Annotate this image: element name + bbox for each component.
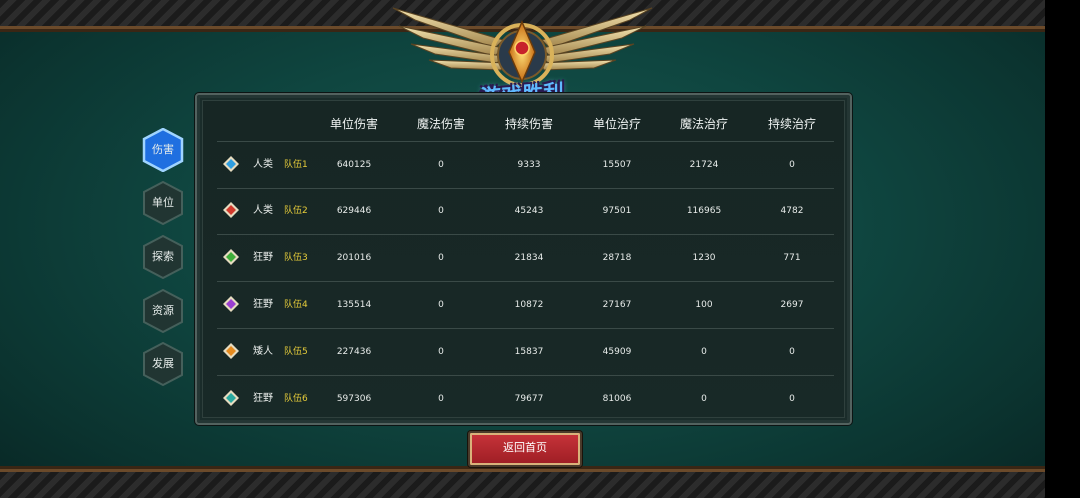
team-gem-icon xyxy=(223,156,239,172)
tab-label: 资源 xyxy=(152,304,174,317)
column-header: 持续伤害 xyxy=(504,117,553,131)
stat-cell: 79677 xyxy=(514,394,544,404)
stat-cell: 135514 xyxy=(336,300,372,310)
stat-cell: 0 xyxy=(438,206,444,216)
stat-cell: 640125 xyxy=(336,160,372,170)
right-black-bar xyxy=(1045,0,1080,498)
table-row: 人类 队伍1 640125 0 9333 15507 21724 0 xyxy=(217,141,834,189)
stat-cell: 0 xyxy=(438,347,444,357)
team-label: 队伍1 xyxy=(284,160,308,170)
tab-damage[interactable]: 伤害 xyxy=(142,128,184,172)
column-header: 魔法治疗 xyxy=(679,117,728,131)
bottom-border xyxy=(0,469,1045,498)
team-gem-icon xyxy=(223,296,239,312)
stat-cell: 15837 xyxy=(514,347,544,357)
team-label: 队伍5 xyxy=(284,347,308,357)
tab-resources[interactable]: 资源 xyxy=(142,289,184,333)
tab-label: 单位 xyxy=(152,196,174,209)
stat-cell: 45243 xyxy=(514,206,544,216)
table-row: 人类 队伍2 629446 0 45243 97501 116965 4782 xyxy=(217,188,834,235)
stat-cell: 21724 xyxy=(689,160,719,170)
stat-cell: 201016 xyxy=(336,253,372,263)
stat-cell: 0 xyxy=(789,347,795,357)
race-label: 人类 xyxy=(253,205,273,216)
stat-cell: 0 xyxy=(789,160,795,170)
stat-cell: 597306 xyxy=(336,394,372,404)
stat-cell: 0 xyxy=(701,347,707,357)
column-header: 单位治疗 xyxy=(592,117,641,131)
team-gem-icon xyxy=(223,343,239,359)
stat-cell: 2697 xyxy=(780,300,804,310)
stat-cell: 97501 xyxy=(602,206,632,216)
team-label: 队伍6 xyxy=(284,394,308,404)
race-label: 狂野 xyxy=(253,252,273,263)
table-row: 狂野 队伍3 201016 0 21834 28718 1230 771 xyxy=(217,235,834,282)
stat-cell: 0 xyxy=(789,394,795,404)
column-header: 单位伤害 xyxy=(329,117,378,131)
team-label: 队伍2 xyxy=(284,206,308,216)
race-label: 狂野 xyxy=(253,299,273,310)
stat-cell: 28718 xyxy=(602,253,632,263)
stat-cell: 0 xyxy=(701,394,707,404)
team-label: 队伍3 xyxy=(284,253,308,263)
stat-cell: 9333 xyxy=(517,160,541,170)
tab-units[interactable]: 单位 xyxy=(142,181,184,225)
tab-label: 发展 xyxy=(152,357,174,370)
race-label: 矮人 xyxy=(253,346,273,357)
stat-cell: 116965 xyxy=(686,206,722,216)
stat-cell: 21834 xyxy=(514,253,544,263)
stat-cell: 0 xyxy=(438,160,444,170)
table-row: 狂野 队伍6 597306 0 79677 81006 0 0 xyxy=(217,376,834,422)
stat-cell: 0 xyxy=(438,300,444,310)
return-home-button[interactable]: 返回首页 xyxy=(468,431,582,467)
tab-label: 伤害 xyxy=(152,143,174,156)
game-scene: 游戏胜利 伤害 单位 探索 资源 发展 单位伤害 魔法伤害 持续伤害 单位治疗 xyxy=(0,0,1045,498)
tab-explore[interactable]: 探索 xyxy=(142,235,184,279)
column-header: 魔法伤害 xyxy=(416,117,465,131)
stat-cell: 0 xyxy=(438,394,444,404)
column-header: 持续治疗 xyxy=(767,117,816,131)
stat-cell: 10872 xyxy=(514,300,544,310)
victory-emblem: 游戏胜利 xyxy=(385,0,660,109)
tab-development[interactable]: 发展 xyxy=(142,342,184,386)
race-label: 狂野 xyxy=(253,393,273,404)
table-row: 狂野 队伍4 135514 0 10872 27167 100 2697 xyxy=(217,282,834,329)
stats-table: 单位伤害 魔法伤害 持续伤害 单位治疗 魔法治疗 持续治疗 人类 队伍1 640… xyxy=(202,100,845,418)
team-label: 队伍4 xyxy=(284,300,308,310)
stat-cell: 27167 xyxy=(602,300,632,310)
team-gem-icon xyxy=(223,249,239,265)
race-label: 人类 xyxy=(253,159,273,170)
stat-cell: 1230 xyxy=(692,253,716,263)
stat-cell: 0 xyxy=(438,253,444,263)
stat-cell: 4782 xyxy=(780,206,804,216)
table-row: 矮人 队伍5 227436 0 15837 45909 0 0 xyxy=(217,329,834,376)
stat-cell: 81006 xyxy=(602,394,632,404)
team-gem-icon xyxy=(223,202,239,218)
team-gem-icon xyxy=(223,390,239,406)
tab-label: 探索 xyxy=(152,250,174,263)
stat-cell: 100 xyxy=(695,300,713,310)
stat-cell: 227436 xyxy=(336,347,372,357)
stat-cell: 15507 xyxy=(602,160,632,170)
stat-cell: 45909 xyxy=(602,347,632,357)
stat-cell: 771 xyxy=(783,253,801,263)
stats-panel: 单位伤害 魔法伤害 持续伤害 单位治疗 魔法治疗 持续治疗 人类 队伍1 640… xyxy=(195,93,852,425)
stat-cell: 629446 xyxy=(336,206,372,216)
